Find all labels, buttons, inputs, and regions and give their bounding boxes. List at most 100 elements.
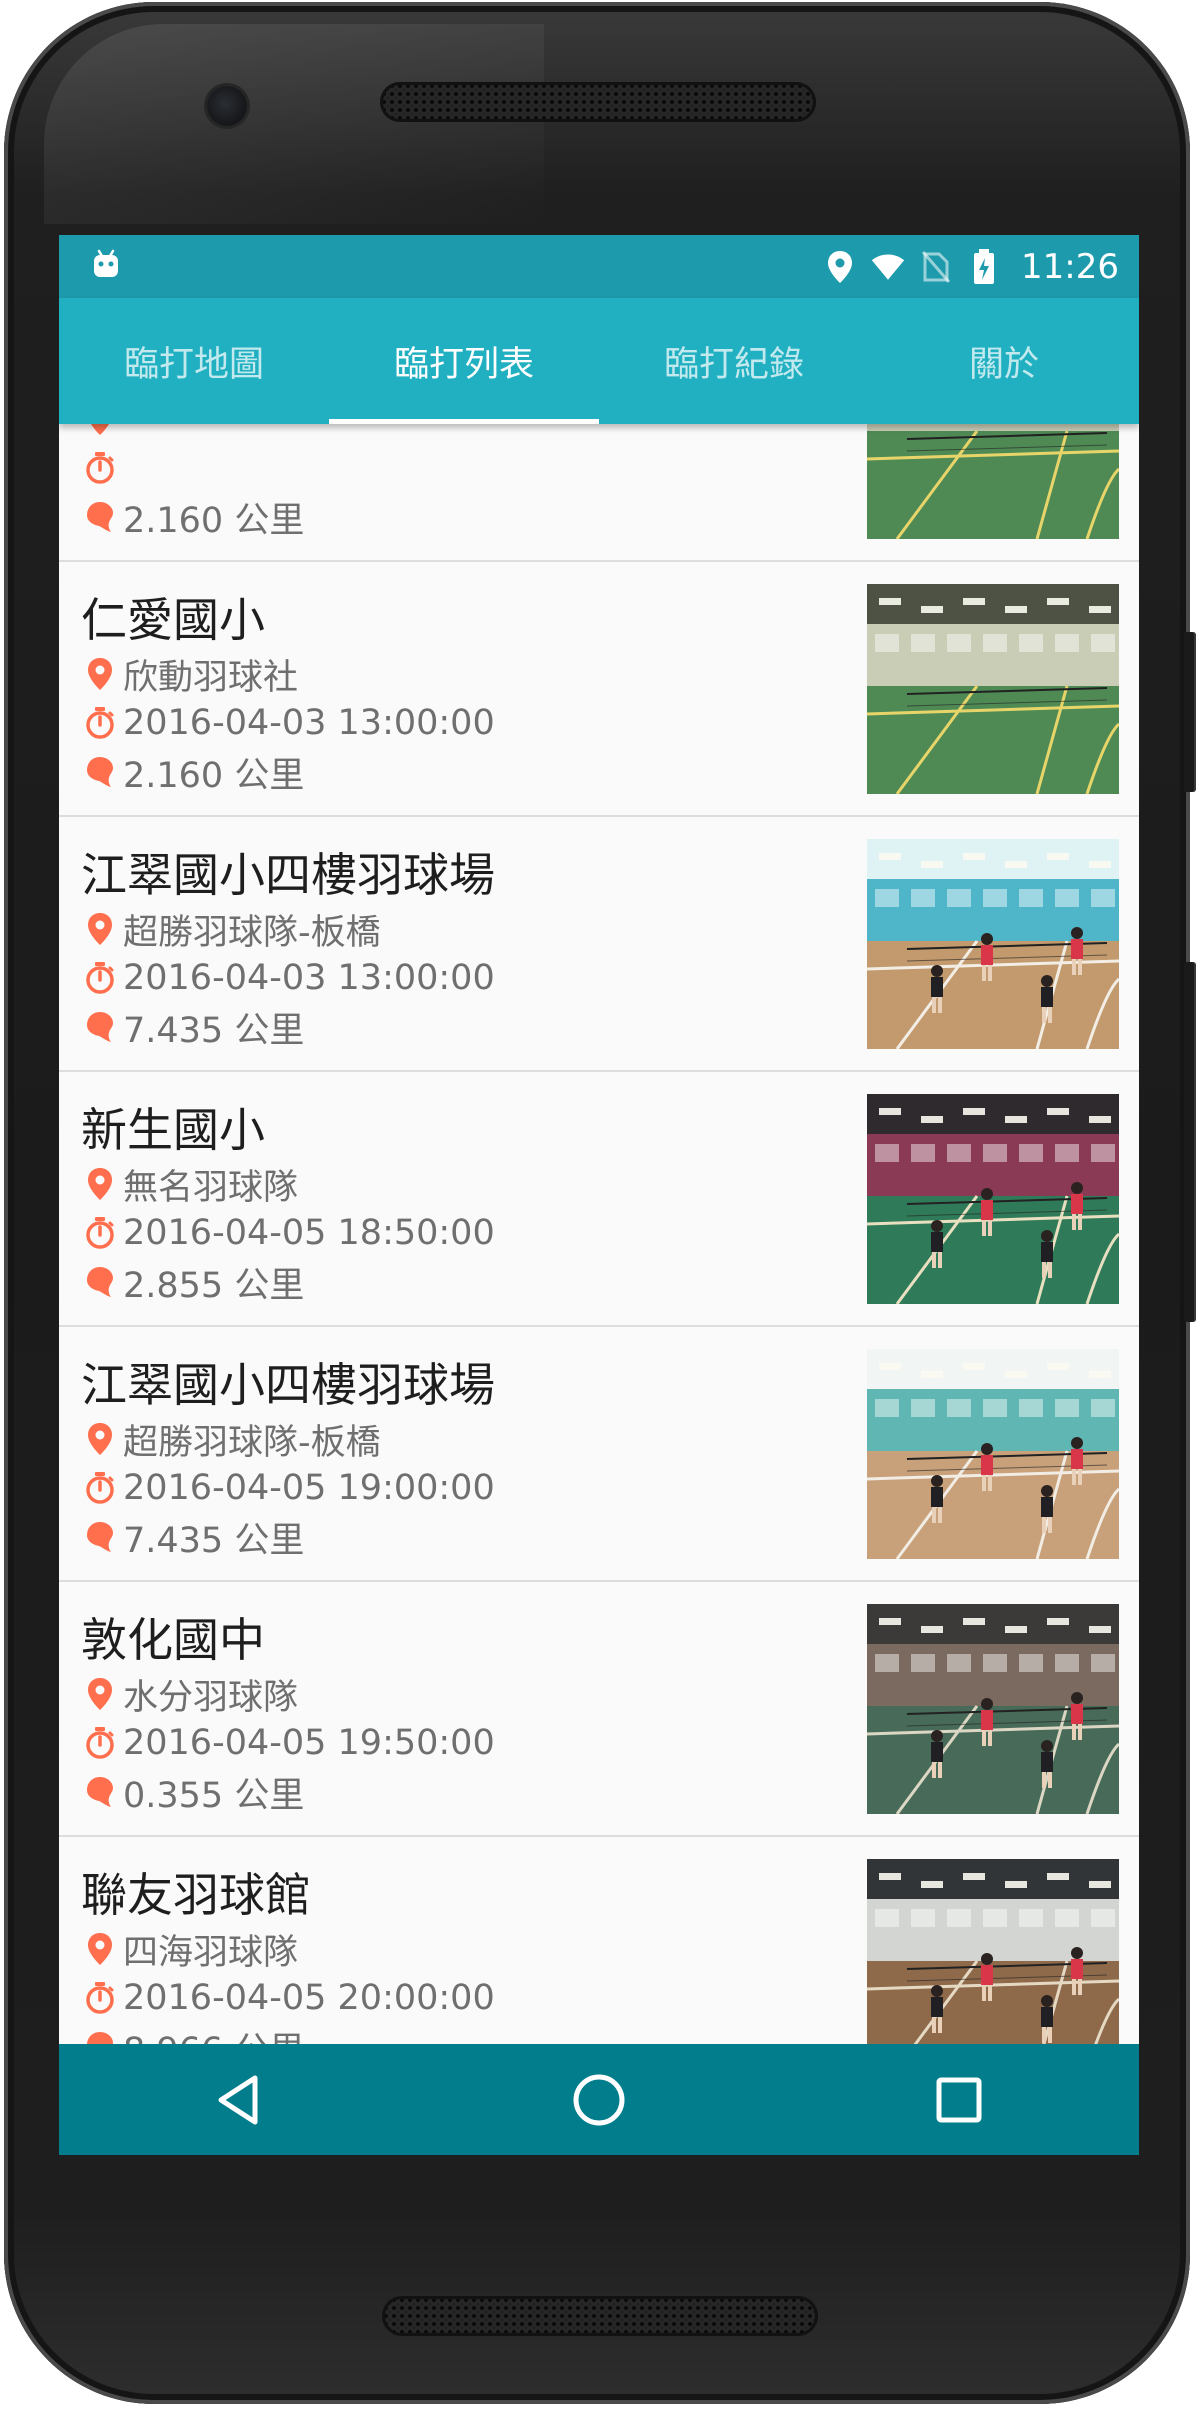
location-pin-icon	[83, 424, 117, 436]
tab-bar: 臨打地圖 臨打列表 臨打紀錄 關於	[59, 298, 1139, 424]
distance-row: 7.435 公里	[83, 1005, 304, 1051]
session-time: 2016-04-03 13:00:00	[123, 958, 495, 998]
venue-photo	[867, 424, 1119, 539]
status-bar: 11:26	[59, 235, 1139, 298]
time-row: 2016-04-03 13:00:00	[83, 956, 495, 1000]
distance-row: 2.160 公里	[83, 495, 304, 541]
distance-row: 2.855 公里	[83, 1260, 304, 1306]
venue-photo	[867, 1859, 1119, 2044]
no-sim-icon	[919, 250, 953, 284]
team-row: 超勝羽球隊-板橋	[83, 1417, 381, 1463]
recents-icon[interactable]	[779, 2044, 1139, 2155]
list-item[interactable]: 2.160 公里	[59, 424, 1139, 562]
team-name: 水分羽球隊	[123, 1677, 299, 1718]
distance: 0.355 公里	[123, 1775, 305, 1816]
screen: 11:26 臨打地圖 臨打列表 臨打紀錄 關於 2.160 公里 仁愛國小 欣動羽球…	[59, 235, 1139, 2155]
phone-gloss	[44, 24, 544, 224]
location-pin-icon	[823, 250, 857, 284]
front-camera	[207, 86, 247, 126]
list-item[interactable]: 江翠國小四樓羽球場超勝羽球隊-板橋 2016-04-05 19:00:00 7.43…	[59, 1327, 1139, 1582]
distance: 7.435 公里	[123, 1010, 305, 1051]
time-row: 2016-04-05 20:00:00	[83, 1976, 495, 2020]
session-time: 2016-04-05 19:00:00	[123, 1468, 495, 1508]
distance: 7.435 公里	[123, 1520, 305, 1561]
status-time: 11:26	[1021, 246, 1119, 287]
distance-marker-icon	[83, 1520, 117, 1554]
timer-icon	[83, 706, 117, 740]
navigation-bar	[59, 2044, 1139, 2155]
timer-icon	[83, 961, 117, 995]
timer-icon	[83, 1471, 117, 1505]
distance-row: 8.966 公里	[83, 2025, 304, 2044]
distance-marker-icon	[83, 1265, 117, 1299]
list-item[interactable]: 江翠國小四樓羽球場超勝羽球隊-板橋 2016-04-03 13:00:00 7.43…	[59, 817, 1139, 1072]
team-row: 欣動羽球社	[83, 652, 298, 698]
venue-photo	[867, 839, 1119, 1049]
list-item[interactable]: 仁愛國小欣動羽球社 2016-04-03 13:00:00 2.160 公里	[59, 562, 1139, 817]
top-speaker	[380, 82, 816, 122]
venue-name: 敦化國中	[81, 1613, 265, 1667]
venue-photo	[867, 1604, 1119, 1814]
home-icon[interactable]	[419, 2044, 779, 2155]
timer-icon	[83, 1216, 117, 1250]
team-name: 超勝羽球隊-板橋	[123, 1422, 381, 1463]
distance: 2.160 公里	[123, 500, 305, 541]
session-time: 2016-04-03 13:00:00	[123, 703, 495, 743]
tab-about[interactable]: 關於	[869, 298, 1139, 424]
team-row: 超勝羽球隊-板橋	[83, 907, 381, 953]
timer-icon	[83, 1981, 117, 2015]
time-row: 2016-04-05 18:50:00	[83, 1211, 495, 1255]
distance-marker-icon	[83, 1775, 117, 1809]
venue-name: 江翠國小四樓羽球場	[81, 848, 495, 902]
session-list[interactable]: 2.160 公里 仁愛國小 欣動羽球社 2016-04-03 13:00:00 2.16…	[59, 424, 1139, 2044]
team-name: 欣動羽球社	[123, 657, 299, 698]
team-row	[83, 424, 123, 441]
distance: 8.966 公里	[123, 2022, 304, 2045]
tab-records[interactable]: 臨打紀錄	[599, 298, 869, 424]
team-name: 無名羽球隊	[123, 1167, 299, 1208]
team-row: 水分羽球隊	[83, 1672, 298, 1718]
list-item[interactable]: 新生國小無名羽球隊 2016-04-05 18:50:00 2.855 公里	[59, 1072, 1139, 1327]
distance-row: 0.355 公里	[83, 1770, 304, 1816]
volume-button	[1184, 632, 1196, 792]
location-pin-icon	[83, 1677, 117, 1711]
phone-frame: 11:26 臨打地圖 臨打列表 臨打紀錄 關於 2.160 公里 仁愛國小 欣動羽球…	[4, 2, 1196, 2404]
distance-marker-icon	[83, 500, 117, 534]
back-icon[interactable]	[59, 2044, 419, 2155]
distance-row: 2.160 公里	[83, 750, 304, 796]
timer-icon	[83, 451, 117, 485]
venue-name: 新生國小	[81, 1103, 265, 1157]
session-time: 2016-04-05 18:50:00	[123, 1213, 495, 1253]
session-time: 2016-04-05 20:00:00	[123, 1978, 495, 2018]
distance-marker-icon	[83, 1010, 117, 1044]
bottom-speaker	[382, 2296, 818, 2336]
tab-list[interactable]: 臨打列表	[329, 298, 599, 424]
list-item[interactable]: 聯友羽球館四海羽球隊 2016-04-05 20:00:00 8.966 公里	[59, 1837, 1139, 2044]
time-row: 2016-04-05 19:00:00	[83, 1466, 495, 1510]
venue-photo	[867, 584, 1119, 794]
time-row	[83, 446, 123, 490]
distance-marker-icon	[83, 2030, 117, 2044]
android-icon	[89, 247, 123, 281]
location-pin-icon	[83, 1167, 117, 1201]
location-pin-icon	[83, 657, 117, 691]
venue-name: 江翠國小四樓羽球場	[81, 1358, 495, 1412]
venue-photo	[867, 1094, 1119, 1304]
distance: 2.160 公里	[123, 755, 305, 796]
timer-icon	[83, 1726, 117, 1760]
venue-name: 仁愛國小	[81, 593, 265, 647]
distance: 2.855 公里	[123, 1265, 305, 1306]
list-item[interactable]: 敦化國中水分羽球隊 2016-04-05 19:50:00 0.355 公里	[59, 1582, 1139, 1837]
time-row: 2016-04-03 13:00:00	[83, 701, 495, 745]
team-row: 四海羽球隊	[83, 1927, 298, 1973]
location-pin-icon	[83, 912, 117, 946]
wifi-icon	[871, 250, 905, 284]
venue-photo	[867, 1349, 1119, 1559]
tab-map[interactable]: 臨打地圖	[59, 298, 329, 424]
team-name: 超勝羽球隊-板橋	[123, 912, 381, 953]
battery-charging-icon	[967, 248, 1001, 284]
time-row: 2016-04-05 19:50:00	[83, 1721, 495, 1765]
session-time: 2016-04-05 19:50:00	[123, 1723, 495, 1763]
distance-marker-icon	[83, 755, 117, 789]
power-button	[1184, 962, 1196, 1322]
